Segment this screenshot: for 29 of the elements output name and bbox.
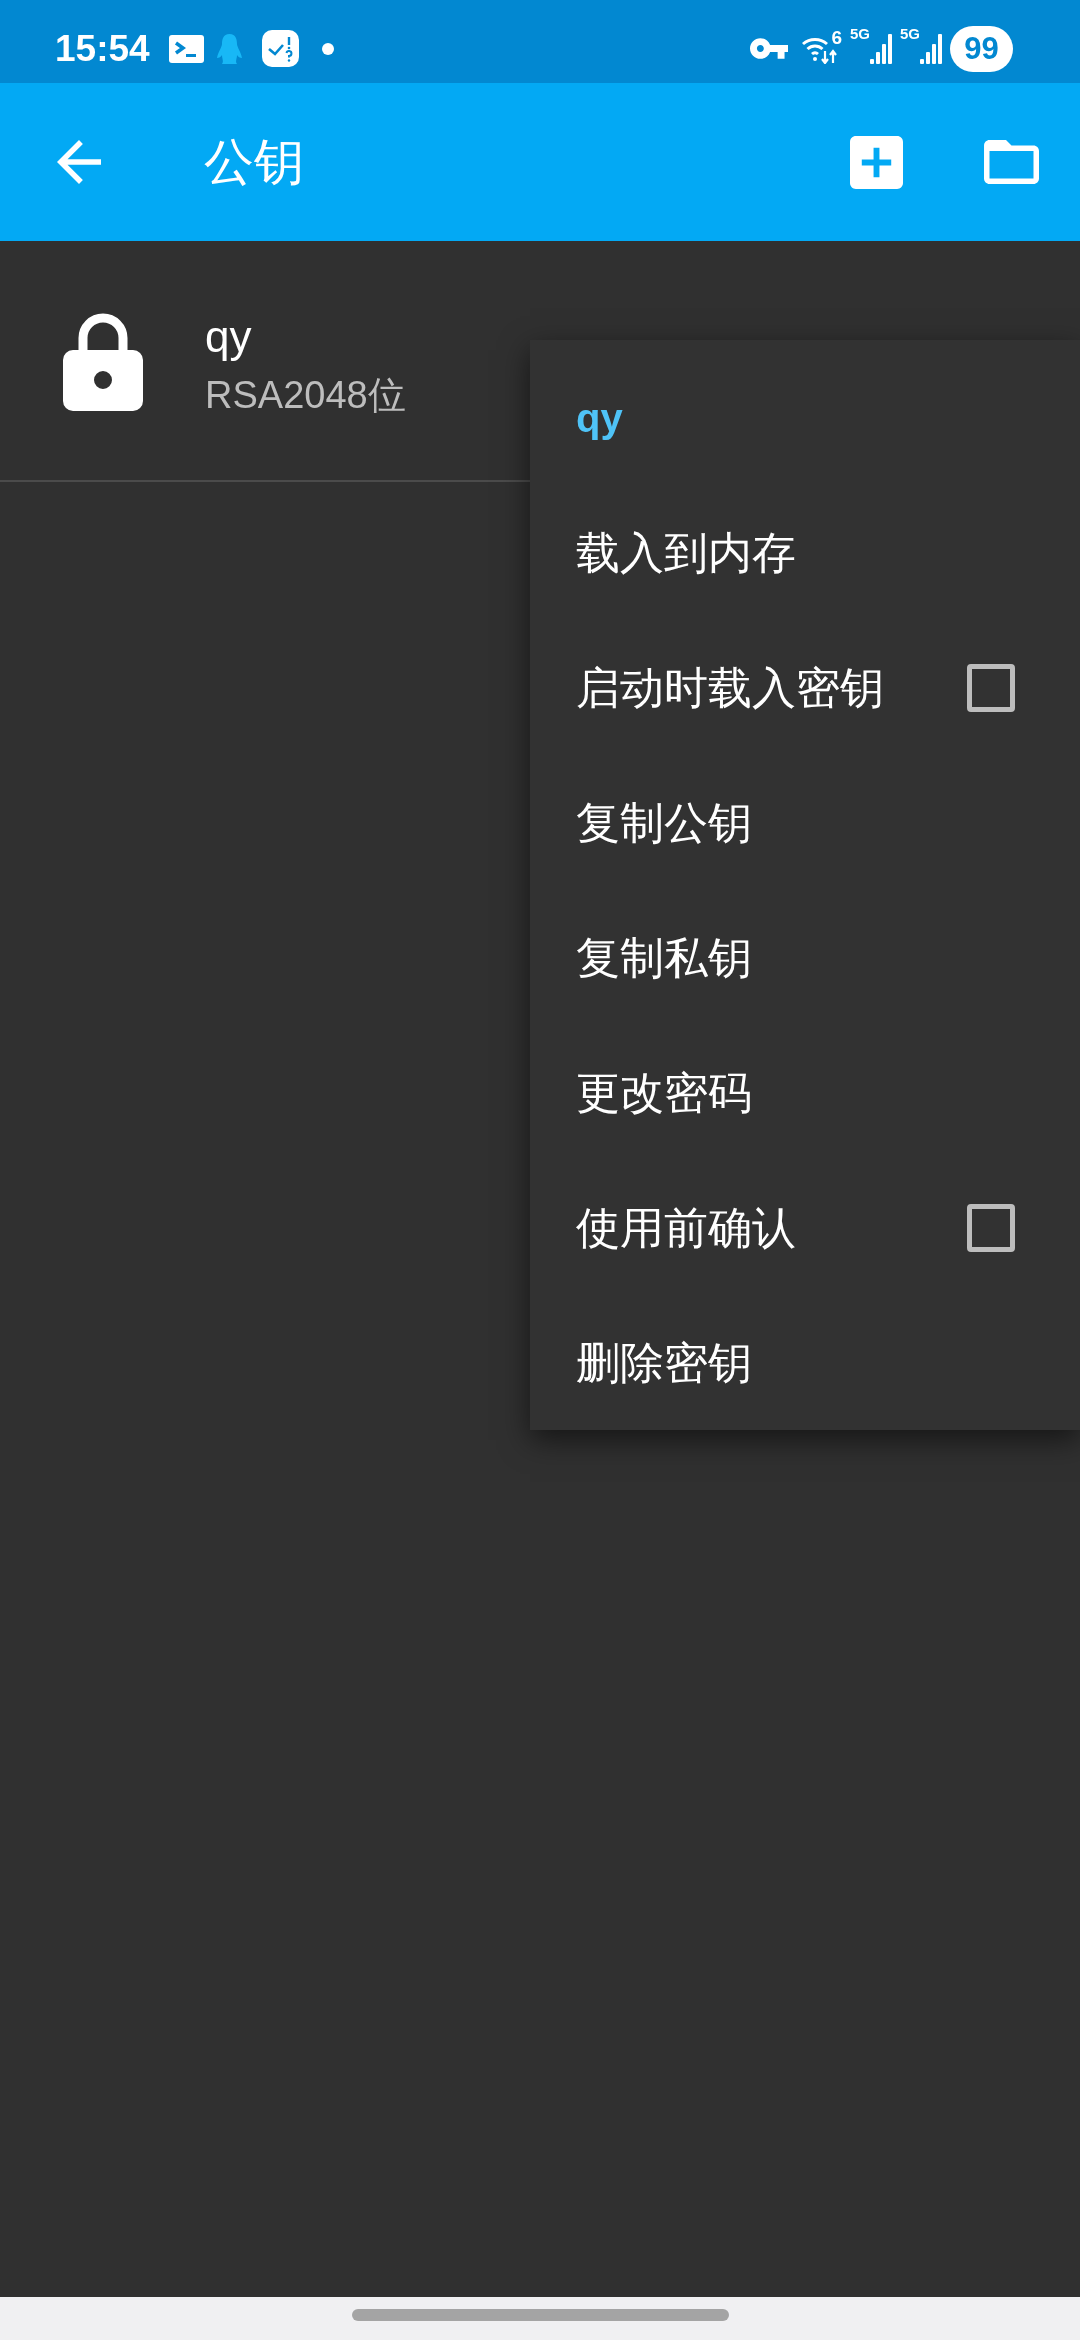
key-name: qy [205,311,252,363]
network-type-label: 5G [900,25,920,41]
signal-icon [920,33,942,64]
dot-icon [321,42,334,55]
wifi-standard-label: 6 [831,27,842,47]
status-time: 15:54 [55,26,150,71]
checklist-tile-icon [261,30,299,67]
menu-title: qy [576,394,623,442]
menu-item[interactable]: 使用前确认 [576,1200,796,1255]
key-detail: RSA2048位 [205,373,406,418]
battery-indicator: 99 [950,25,1013,72]
menu-item[interactable]: 删除密钥 [576,1335,752,1390]
menu-item[interactable]: 启动时载入密钥 [576,660,884,715]
screen-title: 公钥 [204,133,304,192]
home-handle[interactable] [351,2308,729,2321]
menu-item[interactable]: 载入到内存 [576,525,796,580]
back-arrow-icon[interactable] [57,140,101,184]
add-icon[interactable] [850,135,903,189]
folder-icon[interactable] [983,140,1040,184]
checkbox[interactable] [967,1203,1015,1252]
signal-icon [870,33,892,64]
menu-item[interactable]: 更改密码 [576,1065,752,1120]
checkbox[interactable] [967,663,1015,712]
penguin-icon [216,33,242,64]
menu-item[interactable]: 复制私钥 [576,930,752,985]
network-type-label: 5G [849,25,870,41]
terminal-icon [168,34,204,63]
key-icon [750,38,789,59]
menu-item[interactable]: 复制公钥 [576,795,752,850]
